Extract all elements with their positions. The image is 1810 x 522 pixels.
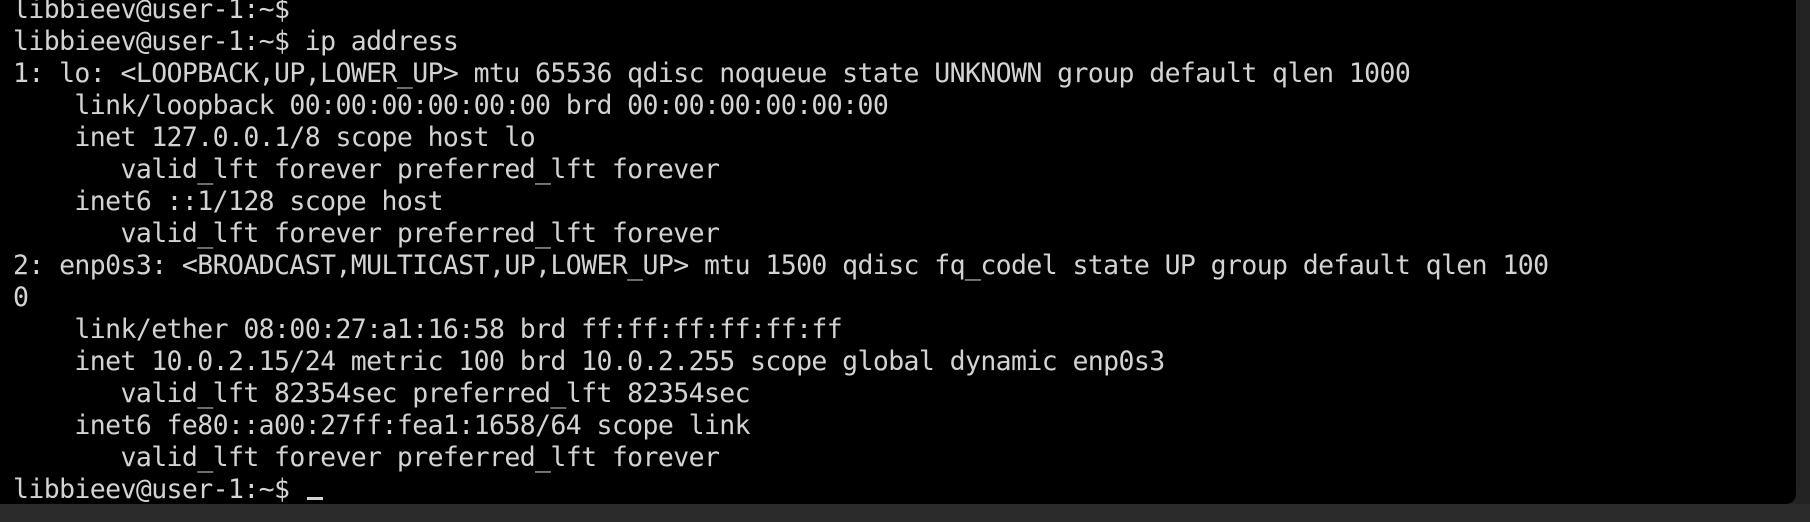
terminal-line: 0 — [13, 282, 29, 313]
terminal-line: libbieev@user-1:~$ — [13, 0, 290, 25]
text-cursor — [306, 497, 323, 500]
terminal-line: inet 10.0.2.15/24 metric 100 brd 10.0.2.… — [13, 346, 1165, 377]
terminal-line: 2: enp0s3: <BROADCAST,MULTICAST,UP,LOWER… — [13, 250, 1549, 281]
terminal-line: link/ether 08:00:27:a1:16:58 brd ff:ff:f… — [13, 314, 843, 345]
terminal-line: valid_lft 82354sec preferred_lft 82354se… — [13, 378, 751, 409]
terminal-line: inet 127.0.0.1/8 scope host lo — [13, 122, 536, 153]
window-bottom-edge — [0, 504, 1810, 522]
terminal-lines: libbieev@user-1:~$ libbieev@user-1:~$ ip… — [13, 0, 1549, 504]
terminal-line: valid_lft forever preferred_lft forever — [13, 154, 720, 185]
terminal-line: link/loopback 00:00:00:00:00:00 brd 00:0… — [13, 90, 889, 121]
terminal-line: inet6 fe80::a00:27ff:fea1:1658/64 scope … — [13, 410, 751, 441]
shell-prompt: libbieev@user-1:~$ — [13, 474, 305, 504]
terminal-line: 1: lo: <LOOPBACK,UP,LOWER_UP> mtu 65536 … — [13, 58, 1411, 89]
prompt-line[interactable]: libbieev@user-1:~$ — [13, 474, 1548, 504]
terminal-line: valid_lft forever preferred_lft forever — [13, 218, 720, 249]
terminal-line: libbieev@user-1:~$ ip address — [13, 26, 459, 57]
terminal-line: inet6 ::1/128 scope host — [13, 186, 443, 217]
terminal-window: libbieev@user-1:~$ libbieev@user-1:~$ ip… — [0, 0, 1810, 522]
terminal-line: valid_lft forever preferred_lft forever — [13, 442, 720, 473]
terminal-output-area[interactable]: libbieev@user-1:~$ libbieev@user-1:~$ ip… — [0, 0, 1796, 504]
